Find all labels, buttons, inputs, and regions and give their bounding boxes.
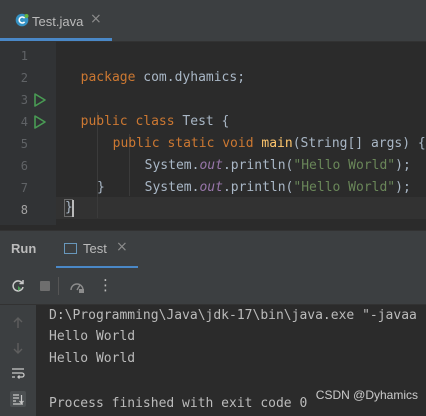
camera-icon[interactable]	[69, 278, 85, 294]
static-field: out	[199, 180, 223, 195]
stop-icon[interactable]	[37, 278, 53, 294]
current-line-highlight	[56, 197, 426, 219]
more-options-icon[interactable]: ⋮	[98, 276, 113, 294]
code-text: .println(	[222, 180, 294, 195]
line-number-current: 8	[20, 203, 28, 217]
code-line-1[interactable]: package com.dyhamics;	[65, 45, 245, 89]
run-panel-title: Run	[11, 241, 37, 256]
tab-test-java[interactable]: Test.java ×	[0, 0, 112, 41]
run-toolbar: ⋮	[0, 268, 426, 305]
line-number: 1	[20, 49, 28, 63]
toolbar-divider	[58, 277, 59, 295]
package-name: com.dyhamics;	[135, 70, 246, 85]
editor-tab-bar: Test.java ×	[0, 0, 426, 42]
line-number: 3	[20, 93, 28, 107]
line-number: 2	[20, 71, 28, 85]
run-main-icon[interactable]	[33, 115, 47, 129]
code-text: System.	[144, 180, 200, 195]
line-number: 6	[20, 159, 28, 173]
string-literal: "Hello World"	[293, 180, 396, 195]
editor-gutter: 1 2 3 4 5 6 7 8	[0, 41, 56, 225]
java-class-icon	[15, 13, 29, 27]
tab-label: Test.java	[32, 14, 84, 29]
console-icon	[64, 243, 77, 254]
run-config-tab[interactable]: Test ×	[56, 231, 138, 269]
close-run-tab-icon[interactable]: ×	[116, 239, 128, 255]
rerun-icon[interactable]	[10, 278, 26, 294]
soft-wrap-icon[interactable]	[10, 365, 26, 381]
line-number: 7	[20, 181, 28, 195]
console-command-line: D:\Programming\Java\jdk-17\bin\java.exe …	[49, 308, 417, 323]
code-line-7[interactable]: }	[97, 177, 105, 199]
scroll-to-end-icon[interactable]	[10, 391, 26, 407]
line-number: 5	[20, 137, 28, 151]
line-number: 4	[20, 115, 28, 129]
run-tool-window-header: Run Test ×	[0, 230, 426, 269]
arrow-up-icon[interactable]	[10, 315, 26, 331]
console-output-line: Hello World	[49, 329, 136, 344]
console-side-toolbar	[0, 305, 36, 416]
console-output-line: Hello World	[49, 351, 136, 366]
run-class-icon[interactable]	[33, 93, 47, 107]
keyword: package	[80, 70, 136, 85]
code-text: );	[395, 180, 411, 195]
run-tab-label: Test	[83, 241, 107, 256]
console-exit-line: Process finished with exit code 0	[49, 396, 308, 411]
arrow-down-icon[interactable]	[10, 340, 26, 356]
text-caret	[72, 200, 74, 217]
close-tab-icon[interactable]: ×	[90, 11, 102, 27]
watermark: CSDN @Dyhamics	[315, 388, 418, 402]
code-line-6[interactable]: System.out.println("Hello World");	[129, 155, 411, 199]
